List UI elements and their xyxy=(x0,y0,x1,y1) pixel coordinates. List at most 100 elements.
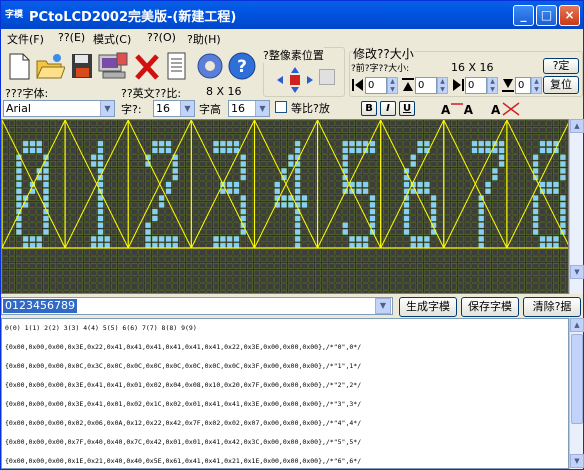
pixel-cell xyxy=(478,140,485,147)
document-icon[interactable] xyxy=(163,51,191,81)
menu-mode[interactable]: 模式(C) xyxy=(93,31,131,47)
bottom-spin-arrows[interactable]: ▲ ▼ xyxy=(531,77,542,94)
save-font-button[interactable]: 保存字模 xyxy=(461,297,519,317)
pixel-cell xyxy=(519,174,525,181)
new-file-icon[interactable] xyxy=(5,51,33,81)
pixel-cell xyxy=(213,290,220,293)
pixel-cell xyxy=(260,235,267,242)
generate-font-button[interactable]: 生成字模 xyxy=(399,297,457,317)
flip-horizontal-icon[interactable]: AA xyxy=(439,100,475,118)
left-spin-arrows[interactable]: ▲ ▼ xyxy=(387,77,398,94)
pixel-cell xyxy=(389,181,396,188)
pixel-cell xyxy=(301,188,308,195)
maximize-button[interactable]: □ xyxy=(536,5,557,26)
pixel-cell xyxy=(172,181,179,188)
pixel-cell xyxy=(423,222,430,229)
pixel-cell xyxy=(43,276,49,283)
pixel-cell xyxy=(328,154,335,161)
pixel-cell xyxy=(240,127,247,134)
height-select[interactable]: 16 ▼ xyxy=(228,100,270,117)
position-arrows[interactable] xyxy=(275,65,315,95)
menu-options[interactable]: ??(O) xyxy=(147,31,176,44)
underline-button[interactable]: U xyxy=(399,101,415,116)
grid-vertical-scrollbar[interactable]: ▲ ▼ xyxy=(569,119,584,294)
pixel-cell xyxy=(43,127,49,134)
pixel-cell xyxy=(362,181,369,188)
pixel-cell xyxy=(172,249,179,256)
pixel-cell xyxy=(9,263,16,270)
pixel-cell xyxy=(532,167,539,174)
pixel-cell xyxy=(2,269,9,276)
pixel-cell xyxy=(192,181,199,188)
output-vertical-scrollbar[interactable]: ▲ ▼ xyxy=(569,318,584,469)
pixel-cell xyxy=(471,161,478,167)
scroll-thumb[interactable] xyxy=(571,334,583,424)
pixel-cell xyxy=(369,215,376,222)
pixel-cell xyxy=(192,208,199,215)
italic-button[interactable]: I xyxy=(380,101,396,116)
right-spin-arrows[interactable]: ▲ ▼ xyxy=(487,77,498,94)
clear-data-button[interactable]: 清除?据 xyxy=(523,297,581,317)
scroll-down-icon[interactable]: ▼ xyxy=(570,454,584,468)
menu-file[interactable]: 文件(F) xyxy=(7,31,44,47)
pixel-cell xyxy=(83,235,90,242)
pixel-cell xyxy=(342,276,349,283)
width-select[interactable]: 16 ▼ xyxy=(153,100,195,117)
pixel-cell xyxy=(90,235,97,242)
pixel-cell xyxy=(328,276,335,283)
pixel-cell xyxy=(491,276,498,283)
title-bar[interactable]: 字模 PCtoLCD2002完美版-(新建工程) _ □ × xyxy=(1,1,583,29)
computer-icon[interactable] xyxy=(97,51,128,81)
pixel-cell xyxy=(294,229,301,236)
bold-button[interactable]: B xyxy=(361,101,377,116)
pixel-cell xyxy=(15,249,22,256)
pixel-cell xyxy=(172,201,179,208)
pixel-cell xyxy=(383,195,389,202)
save-disk-icon[interactable] xyxy=(69,51,97,81)
pixel-cell xyxy=(423,188,430,195)
pixel-cell xyxy=(464,263,471,270)
pixel-grid-canvas[interactable] xyxy=(2,120,569,294)
reset-size-button[interactable]: 复位 xyxy=(543,76,579,94)
pixel-cell xyxy=(90,290,97,293)
scroll-down-icon[interactable]: ▼ xyxy=(570,265,584,279)
menu-help[interactable]: ?助(H) xyxy=(187,31,221,47)
pixel-cell xyxy=(389,249,396,256)
position-lock-icon[interactable] xyxy=(319,69,335,85)
open-folder-icon[interactable] xyxy=(35,51,66,81)
settings-gear-icon[interactable] xyxy=(195,51,223,81)
pixel-cell xyxy=(151,208,158,215)
pixel-cell xyxy=(423,276,430,283)
left-spin-input[interactable]: 0 xyxy=(365,77,387,94)
close-button[interactable]: × xyxy=(559,5,580,26)
pixel-cell xyxy=(396,235,403,242)
pixel-cell xyxy=(342,208,349,215)
menu-edit[interactable]: ??(E) xyxy=(58,31,85,44)
delete-x-icon[interactable] xyxy=(133,51,161,81)
pixel-cell xyxy=(553,249,559,256)
pixel-cell xyxy=(308,174,315,181)
pixel-cell xyxy=(9,215,16,222)
scroll-up-icon[interactable]: ▲ xyxy=(570,119,584,133)
top-spin-arrows[interactable]: ▲ ▼ xyxy=(437,77,448,94)
pixel-cell xyxy=(172,222,179,229)
output-text-area[interactable]: 0(0) 1(1) 2(2) 3(3) 4(4) 5(5) 6(6) 7(7) … xyxy=(1,318,569,469)
bottom-spin-input[interactable]: 0 xyxy=(515,77,531,94)
set-size-button[interactable]: ?定 xyxy=(543,58,579,74)
help-icon[interactable]: ? xyxy=(227,51,256,81)
font-select[interactable]: Arial ▼ xyxy=(3,100,115,117)
scroll-up-icon[interactable]: ▲ xyxy=(570,318,584,332)
top-spin-input[interactable]: 0 xyxy=(415,77,437,94)
proportional-checkbox[interactable] xyxy=(275,101,287,113)
right-spin-input[interactable]: 0 xyxy=(465,77,487,94)
pixel-grid-editor[interactable] xyxy=(1,119,569,294)
pixel-cell xyxy=(172,127,179,134)
pixel-cell xyxy=(553,201,559,208)
pixel-cell xyxy=(2,222,9,229)
chevron-down-icon[interactable]: ▼ xyxy=(375,298,391,314)
flip-vertical-icon[interactable]: A xyxy=(489,100,525,118)
minimize-button[interactable]: _ xyxy=(513,5,534,26)
pixel-cell xyxy=(410,127,417,134)
text-input[interactable]: 0123456789 xyxy=(1,297,393,315)
pixel-cell xyxy=(519,167,525,174)
